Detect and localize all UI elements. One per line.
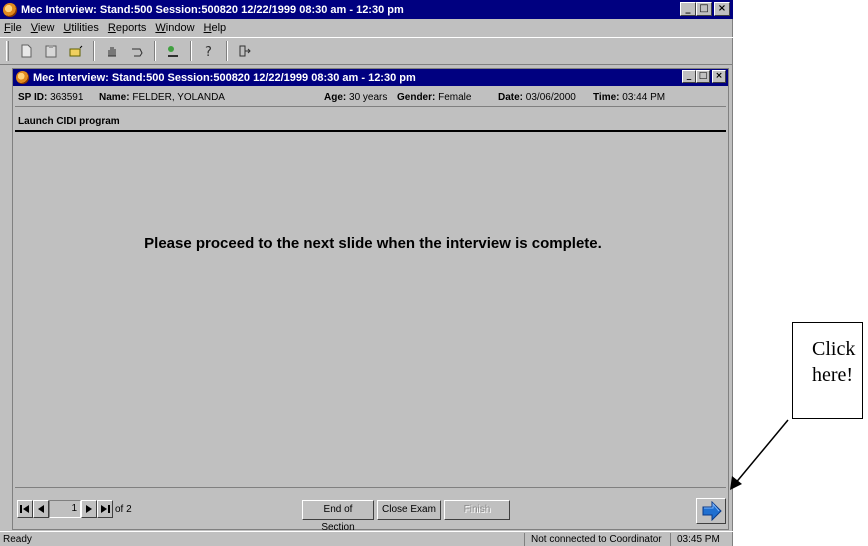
previous-page-button[interactable] — [33, 500, 49, 518]
sp-id-field: SP ID: 363591 — [18, 92, 84, 103]
page-number-input[interactable]: 1 — [49, 500, 81, 518]
next-arrow-icon — [702, 501, 722, 521]
callout-line-1: Click — [812, 338, 856, 360]
page-count-label: of 2 — [115, 503, 132, 515]
maximize-button[interactable]: □ — [696, 2, 712, 16]
hand-icon[interactable] — [101, 41, 123, 61]
interview-title: Mec Interview: Stand:500 Session:500820 … — [33, 71, 416, 84]
application-window: Mec Interview: Stand:500 Session:500820 … — [0, 0, 733, 546]
app-logo-icon — [3, 2, 17, 17]
close-exam-button[interactable]: Close Exam — [377, 500, 441, 520]
next-slide-button[interactable] — [696, 498, 726, 524]
exit-icon[interactable] — [234, 41, 256, 61]
child-close-button[interactable]: × — [712, 70, 726, 83]
clipboard-icon[interactable] — [40, 41, 62, 61]
menu-reports[interactable]: Reports — [108, 22, 147, 34]
interview-titlebar[interactable]: Mec Interview: Stand:500 Session:500820 … — [13, 69, 728, 86]
folder-open-icon[interactable] — [65, 41, 87, 61]
svg-text:?: ? — [205, 45, 212, 58]
new-icon[interactable] — [15, 41, 37, 61]
next-page-button[interactable] — [81, 500, 97, 518]
page-navigator: 1 of 2 — [17, 500, 132, 518]
undo-icon[interactable] — [126, 41, 148, 61]
app-titlebar[interactable]: Mec Interview: Stand:500 Session:500820 … — [0, 0, 733, 19]
date-field: Date: 03/06/2000 — [498, 92, 576, 103]
participant-info-bar: SP ID: 363591 Name: FELDER, YOLANDA Age:… — [15, 88, 726, 107]
close-button[interactable]: × — [714, 2, 730, 16]
last-page-button[interactable] — [97, 500, 113, 518]
section-divider — [15, 130, 726, 132]
tools-icon[interactable] — [162, 41, 184, 61]
end-of-section-button[interactable]: End of Section — [302, 500, 374, 533]
menu-view[interactable]: View — [31, 22, 55, 34]
callout-arrow — [730, 419, 789, 490]
menu-help[interactable]: Help — [204, 22, 227, 34]
child-minimize-button[interactable]: _ — [682, 70, 696, 83]
section-title: Launch CIDI program — [18, 116, 120, 127]
menu-file[interactable]: File — [4, 22, 22, 34]
interview-window: Mec Interview: Stand:500 Session:500820 … — [12, 68, 729, 533]
age-field: Age: 30 years — [324, 92, 388, 103]
callout-line-2: here! — [812, 364, 854, 386]
finish-button[interactable]: Finish — [444, 500, 510, 520]
first-page-button[interactable] — [17, 500, 33, 518]
toolbar: ? — [0, 37, 733, 65]
status-connection: Not connected to Coordinator — [531, 534, 662, 545]
app-title: Mec Interview: Stand:500 Session:500820 … — [21, 3, 404, 16]
instruction-message: Please proceed to the next slide when th… — [144, 235, 602, 252]
navigation-bar: 1 of 2 End of Section Close Exam Finish — [15, 487, 726, 533]
menu-utilities[interactable]: Utilities — [63, 22, 98, 34]
status-bar: Ready Not connected to Coordinator 03:45… — [0, 531, 733, 546]
help-icon[interactable]: ? — [198, 41, 220, 61]
gender-field: Gender: Female — [397, 92, 472, 103]
child-maximize-button[interactable]: □ — [696, 70, 710, 83]
time-field: Time: 03:44 PM — [593, 92, 666, 103]
status-ready: Ready — [3, 534, 32, 545]
status-time: 03:45 PM — [677, 534, 720, 545]
name-field: Name: FELDER, YOLANDA — [99, 92, 225, 103]
toolbar-grip[interactable] — [6, 41, 9, 61]
minimize-button[interactable]: _ — [680, 2, 696, 16]
menu-window[interactable]: Window — [155, 22, 194, 34]
menu-bar: File View Utilities Reports Window Help — [0, 19, 733, 37]
click-here-callout: Click here! — [792, 322, 863, 419]
interview-logo-icon — [16, 71, 29, 84]
